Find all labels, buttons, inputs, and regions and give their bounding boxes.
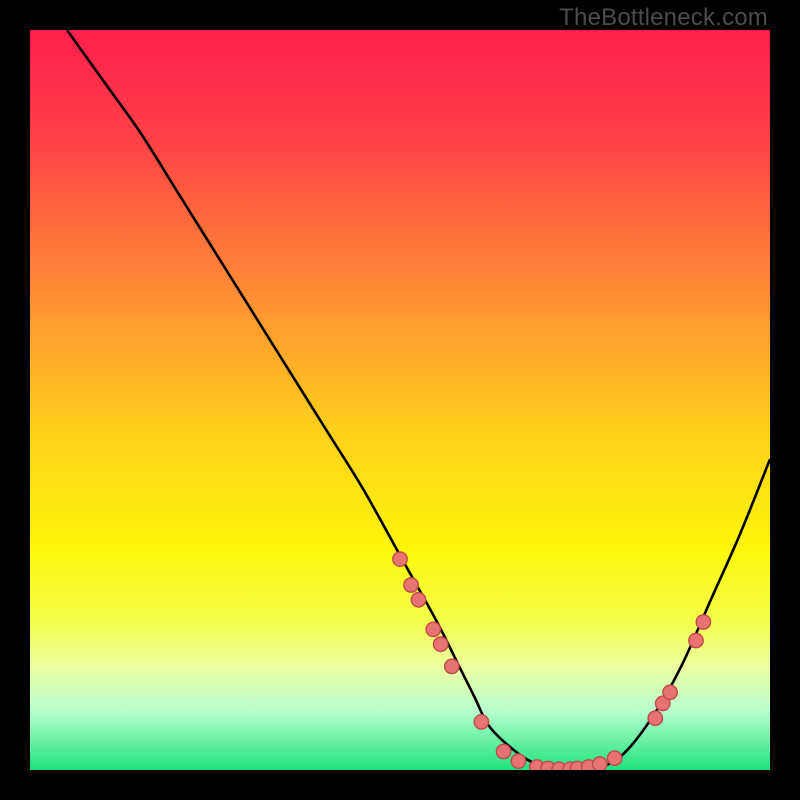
data-dot [393, 552, 407, 566]
data-dot [474, 715, 488, 729]
data-dot [445, 659, 459, 673]
data-dot [593, 757, 607, 770]
data-dot [496, 744, 510, 758]
bottleneck-curve [30, 30, 770, 770]
data-dot [663, 685, 677, 699]
plot-area [30, 30, 770, 770]
data-dot [426, 622, 440, 636]
chart-frame: TheBottleneck.com [0, 0, 800, 800]
data-dot [696, 615, 710, 629]
data-dot [411, 593, 425, 607]
data-dot [648, 711, 662, 725]
data-dot [404, 578, 418, 592]
data-dot [689, 633, 703, 647]
data-dot [434, 637, 448, 651]
watermark-text: TheBottleneck.com [559, 4, 768, 32]
data-dot [511, 754, 525, 768]
data-dot [607, 751, 621, 765]
